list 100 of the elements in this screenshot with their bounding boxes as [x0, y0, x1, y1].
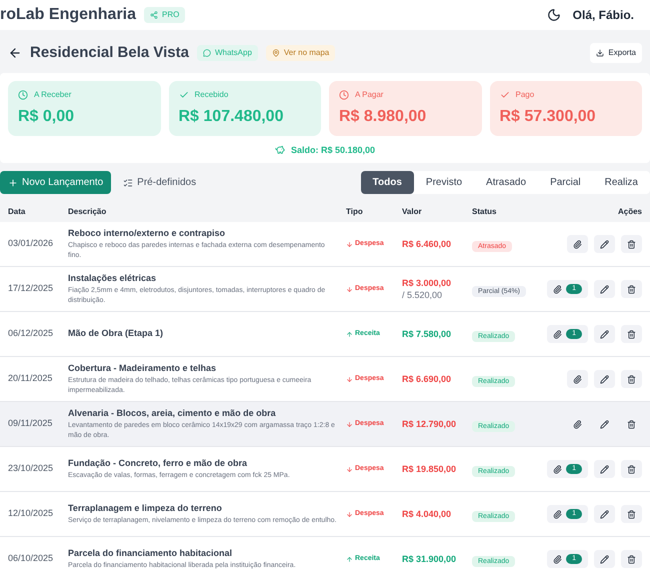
arrow-down-icon [346, 240, 353, 248]
column-header: Tipo [346, 206, 364, 218]
trash-icon [627, 554, 636, 564]
edit-button[interactable] [594, 280, 615, 298]
arrow-down-icon [346, 420, 353, 428]
value-text: R$ 6.690,00 [402, 373, 452, 385]
clock-icon [339, 90, 349, 100]
date-cell-text: 12/10/2025 [8, 507, 54, 520]
edit-button[interactable] [594, 235, 615, 253]
paperclip-icon [553, 554, 562, 564]
edit-button[interactable] [594, 325, 615, 343]
check-icon [178, 90, 188, 100]
entry-title: Parcela do financiamento habitacional [68, 547, 234, 560]
pencil-icon [600, 420, 609, 428]
filter-tab[interactable]: Parcial [538, 171, 593, 194]
value-text: R$ 31.900,00 [402, 553, 458, 565]
trash-icon [627, 464, 636, 474]
delete-button[interactable] [621, 550, 642, 568]
entry-title: Reboco interno/externo e contrapiso [68, 227, 226, 240]
edit-button[interactable] [594, 460, 615, 478]
presets-button[interactable]: Pré-definidos [123, 175, 196, 190]
value-text: R$ 12.790,00 [402, 418, 458, 430]
plus-icon [8, 178, 18, 188]
column-header: Status [472, 206, 498, 218]
entry-title: Mão de Obra (Etapa 1) [68, 327, 164, 340]
arrow-up-icon [346, 556, 353, 562]
edit-button[interactable] [594, 550, 615, 568]
entry-title: Cobertura - Madeiramento e telhas [68, 362, 218, 376]
paperclip-icon [553, 330, 562, 338]
project-title: Residencial Bela Vista [30, 43, 189, 63]
map-link[interactable]: Ver no mapa [266, 45, 336, 62]
pencil-icon [600, 284, 609, 294]
paperclip-icon [573, 240, 582, 248]
whatsapp-link[interactable]: WhatsApp [196, 45, 258, 62]
piggy-bank-icon [274, 145, 285, 156]
date-cell-text: 17/12/2025 [8, 282, 54, 296]
arrow-down-icon [346, 466, 353, 472]
card-amount: R$ 0,00 [18, 106, 76, 126]
card-label: Recebido [194, 88, 228, 100]
value-text: R$ 3.000,00 [402, 277, 452, 289]
value-text: R$ 4.040,00 [402, 508, 452, 520]
trash-icon [627, 330, 636, 338]
edit-button[interactable] [594, 370, 615, 388]
entry-title: Instalações elétricas [68, 272, 158, 286]
paperclip-icon [573, 420, 582, 428]
chat-bubble-icon [202, 49, 211, 58]
card-amount: R$ 107.480,00 [178, 106, 284, 126]
filter-tab[interactable]: Todos [360, 171, 414, 194]
arrow-down-icon [346, 286, 353, 292]
column-header: Valor [402, 206, 423, 218]
card-amount: R$ 8.980,00 [339, 106, 428, 126]
card-label: A Receber [34, 88, 72, 100]
pencil-icon [600, 330, 609, 338]
attachment-button[interactable] [567, 370, 588, 388]
check-icon [500, 90, 510, 100]
pencil-icon [600, 464, 609, 474]
pro-badge: PRO [144, 7, 186, 23]
trash-icon [627, 420, 636, 428]
date-cell-text: 06/10/2025 [8, 552, 54, 566]
delete-button[interactable] [621, 370, 642, 388]
column-header: Ações [616, 206, 642, 218]
card-label: Pago [516, 88, 534, 100]
pencil-icon [600, 554, 609, 564]
value-text: R$ 6.460,00 [402, 238, 452, 250]
export-button[interactable]: Exporta [590, 43, 642, 64]
entry-title: Terraplanagem e limpeza do terreno [68, 502, 223, 516]
greeting: Olá, Fábio. [572, 7, 634, 24]
arrow-up-icon [346, 330, 353, 338]
delete-button[interactable] [621, 325, 642, 343]
trash-icon [627, 284, 636, 294]
clock-icon [18, 90, 28, 100]
date-cell-text: 03/01/2026 [8, 237, 54, 250]
delete-button[interactable] [621, 460, 642, 478]
column-header: Data [8, 206, 26, 218]
delete-button[interactable] [621, 505, 642, 523]
arrow-down-icon [346, 510, 353, 518]
checklist-icon [123, 178, 134, 188]
brand-name: roLab Engenharia [0, 5, 136, 25]
moon-icon[interactable] [546, 8, 561, 22]
pencil-icon [600, 510, 609, 518]
entry-title: Fundação - Concreto, ferro e mão de obra [68, 457, 248, 470]
entry-title: Alvenaria - Blocos, areia, cimento e mão de obra [68, 407, 277, 420]
trash-icon [627, 510, 636, 518]
value-text: R$ 19.850,00 [402, 463, 458, 475]
date-cell-text: 20/11/2025 [8, 372, 54, 386]
date-cell-text: 23/10/2025 [8, 462, 54, 476]
delete-button[interactable] [621, 235, 642, 253]
filter-tab[interactable]: Previsto [414, 171, 474, 194]
edit-button[interactable] [594, 505, 615, 523]
attachment-button[interactable] [567, 235, 588, 253]
pencil-icon [600, 240, 609, 248]
new-entry-button[interactable]: Novo Lançamento [0, 171, 112, 194]
balance-text: Saldo: R$ 50.180,00 [290, 144, 376, 156]
card-label: A Pagar [355, 88, 384, 100]
delete-button[interactable] [621, 280, 642, 298]
column-header: Descrição [68, 206, 108, 218]
filter-tab[interactable]: Atrasado [474, 171, 538, 194]
trash-icon [627, 374, 636, 384]
filter-tab[interactable]: Realiza [592, 171, 650, 194]
total-value-text: / 5.520,00 [402, 289, 444, 301]
